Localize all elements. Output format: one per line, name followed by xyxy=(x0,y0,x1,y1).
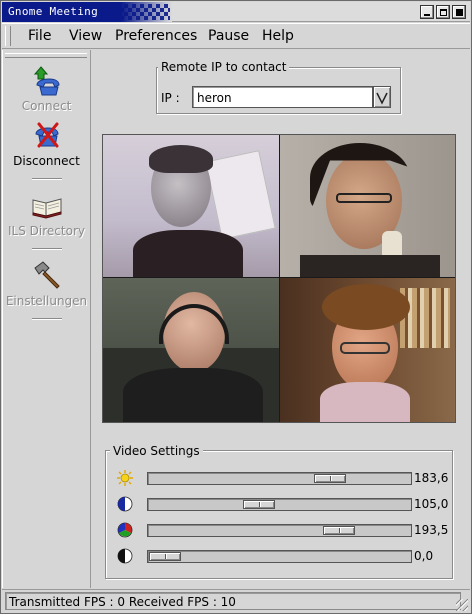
menu-preferences[interactable]: Preferences xyxy=(115,28,197,44)
phone-disconnect-icon xyxy=(31,120,63,152)
whiteness-slider[interactable] xyxy=(147,498,412,511)
window-controls xyxy=(420,5,466,19)
brightness-value: 183,6 xyxy=(414,471,449,485)
menu-file[interactable]: File xyxy=(28,28,51,44)
settings-button[interactable]: Einstellungen xyxy=(2,260,91,308)
video-participant-1 xyxy=(103,135,279,277)
title-bar[interactable]: Gnome Meeting xyxy=(2,2,470,22)
menu-view[interactable]: View xyxy=(69,28,102,44)
close-button[interactable] xyxy=(452,5,466,19)
phone-connect-icon xyxy=(31,65,63,97)
settings-label: Einstellungen xyxy=(5,294,88,308)
book-icon xyxy=(31,190,63,222)
ip-label: IP : xyxy=(161,91,180,105)
menu-pause[interactable]: Pause xyxy=(208,28,249,44)
minimize-button[interactable] xyxy=(420,5,434,19)
maximize-icon xyxy=(440,9,447,16)
disconnect-label: Disconnect xyxy=(13,154,80,168)
color-wheel-icon xyxy=(117,522,133,538)
status-bar: Transmitted FPS : 0 Received FPS : 10 xyxy=(2,589,470,613)
half-moon-icon xyxy=(117,496,133,512)
toolbar-separator xyxy=(32,318,62,320)
ip-history-dropdown[interactable] xyxy=(373,86,391,108)
title-bar-pattern xyxy=(120,4,170,20)
contrast-slider-row: 0,0 xyxy=(114,546,454,566)
toolbar-separator xyxy=(32,178,62,180)
contrast-slider[interactable] xyxy=(147,550,412,563)
video-participant-2 xyxy=(280,135,455,277)
toolbar-grip[interactable] xyxy=(5,53,87,58)
colour-value: 193,5 xyxy=(414,523,449,537)
ip-input[interactable]: heron xyxy=(192,86,373,108)
connect-label: Connect xyxy=(21,99,72,113)
minimize-icon xyxy=(424,14,430,16)
ils-directory-label: ILS Directory xyxy=(8,224,85,238)
video-participant-3 xyxy=(103,278,279,422)
colour-slider-thumb[interactable] xyxy=(323,526,356,535)
hammer-icon xyxy=(31,260,63,292)
contrast-value: 0,0 xyxy=(414,549,434,563)
brightness-slider-row: 183,6 xyxy=(114,468,454,488)
brightness-slider-thumb[interactable] xyxy=(313,474,346,483)
video-participant-4 xyxy=(280,278,455,422)
disconnect-button[interactable]: Disconnect xyxy=(2,120,91,168)
window-title: Gnome Meeting xyxy=(8,5,98,18)
connect-button[interactable]: Connect xyxy=(2,65,91,113)
whiteness-slider-thumb[interactable] xyxy=(242,500,275,509)
menubar-grip[interactable] xyxy=(5,26,11,46)
whiteness-value: 105,0 xyxy=(414,497,449,511)
contrast-icon xyxy=(117,548,133,564)
close-icon xyxy=(456,9,463,16)
status-text: Transmitted FPS : 0 Received FPS : 10 xyxy=(5,592,461,610)
sun-icon xyxy=(117,470,133,486)
toolbar-separator xyxy=(32,248,62,250)
resize-grip[interactable] xyxy=(456,599,468,611)
left-toolbar: Connect Disconnect ILS Directory Einstel… xyxy=(2,50,91,588)
gnomemeeting-window: Gnome Meeting File View Preferences Paus… xyxy=(0,0,472,614)
whiteness-slider-row: 105,0 xyxy=(114,494,454,514)
menu-bar: File View Preferences Pause Help xyxy=(2,23,470,49)
colour-slider-row: 193,5 xyxy=(114,520,454,540)
brightness-slider[interactable] xyxy=(147,472,412,485)
video-settings-title: Video Settings xyxy=(110,444,203,458)
colour-slider[interactable] xyxy=(147,524,412,537)
menu-help[interactable]: Help xyxy=(262,28,294,44)
video-display xyxy=(102,134,456,423)
maximize-button[interactable] xyxy=(436,5,450,19)
contrast-slider-thumb[interactable] xyxy=(149,552,181,561)
dropdown-arrow-icon xyxy=(376,92,388,105)
ils-directory-button[interactable]: ILS Directory xyxy=(2,190,91,238)
remote-ip-frame-title: Remote IP to contact xyxy=(158,60,290,74)
